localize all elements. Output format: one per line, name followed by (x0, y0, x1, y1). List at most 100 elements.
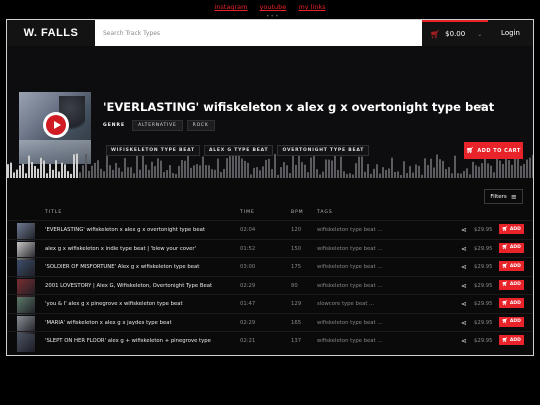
store-frame: W. FALLS 🛒︎ $0.00 ⌄ Login 'EVERLASTING' … (6, 19, 534, 356)
table-row[interactable]: alex g x wifiskeleton x indie type beat … (7, 238, 533, 260)
share-icon[interactable]: ⋖ (461, 300, 467, 308)
track-row-time: 02:29 (240, 319, 256, 326)
add-button[interactable]: 🛒︎ ADD (499, 335, 524, 345)
share-icon[interactable]: ⋖ (461, 337, 467, 345)
cart-icon: 🛒︎ (502, 300, 508, 306)
play-icon (53, 121, 61, 129)
track-row-title[interactable]: 'SOLDIER OF MISFORTUNE' Alex g x wifiske… (45, 264, 199, 270)
track-row-tags: wifiskeleton type beat ... (317, 245, 383, 252)
tag-chip[interactable]: WIFISKELETON TYPE BEAT (106, 145, 200, 156)
link-my-links[interactable]: my links (298, 3, 325, 11)
table-row[interactable]: 'EVERLASTING' wifiskeleton x alex g x ov… (7, 220, 533, 241)
page-root: instagram youtube my links ••• W. FALLS … (0, 0, 540, 405)
cart-icon: 🛒︎ (466, 147, 475, 154)
track-row-tags: wifiskeleton type beat ... (317, 319, 383, 326)
add-button[interactable]: 🛒︎ ADD (499, 279, 524, 290)
column-title: TITLE (45, 210, 63, 215)
table-row[interactable]: 'SOLDIER OF MISFORTUNE' Alex g x wifiske… (7, 257, 533, 278)
login-button[interactable]: Login (488, 20, 533, 46)
track-row-title[interactable]: 'SLEPT ON HER FLOOR' alex g + wifiskelet… (45, 338, 211, 344)
track-row-time: 01:47 (240, 301, 256, 307)
track-row-price: $29.95 (474, 245, 493, 252)
add-to-cart-button[interactable]: 🛒︎ ADD TO CART (464, 142, 523, 159)
track-row-title[interactable]: alex g x wifiskeleton x indie type beat … (45, 246, 196, 252)
track-row-time: 02:21 (240, 338, 256, 344)
track-row-time: 03:00 (240, 264, 256, 270)
table-row[interactable]: 2001 LOVESTORY | Alex G, Wifiskeleton, O… (7, 275, 533, 297)
column-tags: TAGS (317, 210, 333, 215)
cart-icon: 🛒︎ (502, 226, 508, 232)
track-row-bpm: 120 (291, 227, 302, 233)
featured-track: 'EVERLASTING' wifiskeleton x alex g x ov… (7, 46, 533, 179)
add-button[interactable]: 🛒︎ ADD (499, 242, 524, 253)
track-thumbnail (17, 334, 35, 352)
track-row-title[interactable]: 'MARIA' wifiskeleton x alex g x jaydes t… (45, 320, 172, 326)
play-button[interactable] (43, 112, 69, 138)
filters-button[interactable]: Filters ≡ (484, 189, 523, 204)
track-row-title[interactable]: 'you & I' alex g x pinegrove x wifiskele… (45, 301, 183, 307)
track-row-price: $29.95 (474, 301, 493, 307)
search-input[interactable] (95, 20, 422, 46)
filter-icon: ≡ (510, 192, 517, 201)
track-title: 'EVERLASTING' wifiskeleton x alex g x ov… (103, 100, 495, 114)
add-button[interactable]: 🛒︎ ADD (499, 224, 524, 234)
track-row-bpm: 80 (291, 282, 298, 289)
genre-label: GENRE (103, 123, 126, 128)
cart-icon: 🛒︎ (502, 319, 508, 324)
track-row-price: $29.95 (474, 319, 493, 326)
track-row-bpm: 175 (291, 264, 302, 270)
track-row-title[interactable]: 'EVERLASTING' wifiskeleton x alex g x ov… (45, 227, 205, 233)
track-row-bpm: 165 (291, 319, 302, 326)
column-bpm: BPM (291, 210, 304, 215)
share-icon[interactable]: ⋖ (478, 102, 486, 112)
track-row-price: $29.95 (474, 338, 493, 344)
track-row-tags: slowcore type beat ... (317, 301, 375, 307)
track-row-bpm: 150 (291, 245, 302, 252)
tag-row: WIFISKELETON TYPE BEAT ALEX G TYPE BEAT … (106, 145, 370, 156)
track-row-price: $29.95 (474, 264, 493, 270)
add-button[interactable]: 🛒︎ ADD (499, 261, 524, 271)
header: W. FALLS 🛒︎ $0.00 ⌄ Login (7, 20, 533, 46)
track-row-tags: wifiskeleton type beat ... (317, 227, 383, 233)
genre-row: GENRE ALTERNATIVE ROCK (103, 120, 215, 131)
track-row-price: $29.95 (474, 282, 493, 289)
track-row-time: 01:52 (240, 245, 256, 252)
tag-chip[interactable]: OVERTONIGHT TYPE BEAT (277, 145, 370, 156)
cart-icon: 🛒︎ (502, 282, 508, 287)
share-icon[interactable]: ⋖ (461, 226, 467, 234)
share-icon[interactable]: ⋖ (461, 319, 467, 327)
table-row[interactable]: 'MARIA' wifiskeleton x alex g x jaydes t… (7, 312, 533, 334)
track-row-time: 02:29 (240, 282, 256, 289)
brand-logo[interactable]: W. FALLS (7, 20, 95, 46)
track-row-price: $29.95 (474, 227, 493, 233)
cart-total: $0.00 (445, 30, 466, 38)
track-row-title[interactable]: 2001 LOVESTORY | Alex G, Wifiskeleton, O… (45, 283, 212, 289)
link-instagram[interactable]: instagram (214, 3, 247, 11)
tag-chip[interactable]: ALEX G TYPE BEAT (203, 145, 274, 156)
share-icon[interactable]: ⋖ (461, 245, 467, 253)
genre-chip[interactable]: ROCK (186, 120, 215, 131)
cart-icon: 🛒︎ (502, 245, 508, 250)
table-header: TITLE TIME BPM TAGS (7, 210, 533, 218)
column-time: TIME (240, 210, 255, 215)
track-list: Filters ≡ TITLE TIME BPM TAGS 'EVERLASTI… (7, 178, 533, 355)
track-row-bpm: 137 (291, 338, 302, 344)
add-button[interactable]: 🛒︎ ADD (499, 316, 524, 327)
table-row[interactable]: 'you & I' alex g x pinegrove x wifiskele… (7, 294, 533, 315)
track-row-tags: wifiskeleton type beat ... (317, 264, 383, 270)
track-row-tags: wifiskeleton type beat ... (317, 282, 383, 289)
track-row-bpm: 129 (291, 301, 302, 307)
chevron-down-icon: ⌄ (477, 30, 483, 38)
track-row-time: 02:04 (240, 227, 256, 233)
add-button[interactable]: 🛒︎ ADD (499, 298, 524, 308)
share-icon[interactable]: ⋖ (461, 263, 467, 271)
cart-icon: 🛒︎ (430, 29, 441, 39)
genre-chip[interactable]: ALTERNATIVE (132, 120, 183, 131)
cart-icon: 🛒︎ (502, 263, 508, 269)
top-links: instagram youtube my links (0, 3, 540, 11)
share-icon[interactable]: ⋖ (461, 282, 467, 290)
link-youtube[interactable]: youtube (260, 3, 287, 11)
table-row[interactable]: 'SLEPT ON HER FLOOR' alex g + wifiskelet… (7, 331, 533, 352)
track-row-tags: wifiskeleton type beat ... (317, 338, 383, 344)
cart-button[interactable]: 🛒︎ $0.00 ⌄ (422, 20, 488, 46)
